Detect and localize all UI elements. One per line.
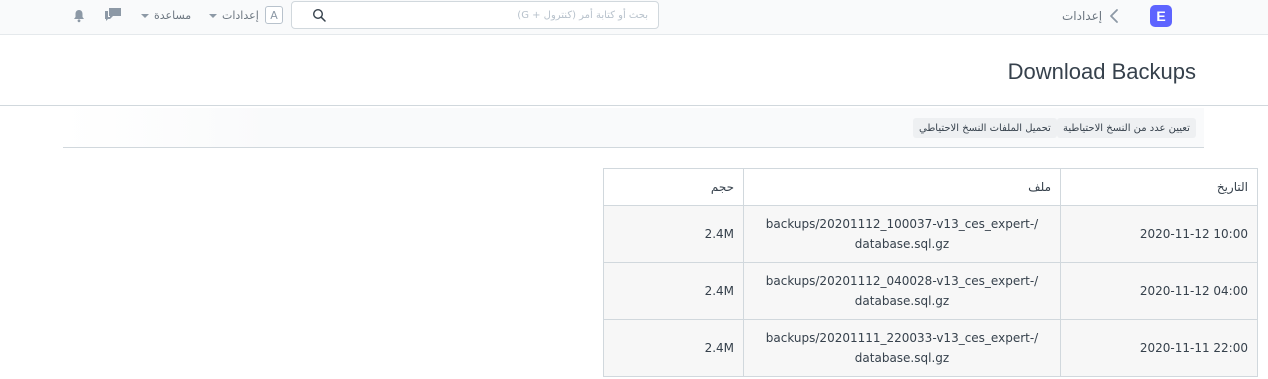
help-label: مساعدة — [154, 9, 192, 22]
settings-dropdown[interactable]: إعدادات — [209, 9, 259, 22]
page-head: Download Backups — [0, 35, 1268, 106]
navbar: مساعدة إعدادات A بحث أو كتابة أمر (كنترو… — [0, 0, 1268, 35]
size-cell: 2.4M — [603, 319, 744, 377]
breadcrumb[interactable]: إعدادات — [1062, 9, 1102, 23]
size-cell: 2.4M — [603, 262, 744, 320]
app-logo[interactable]: E — [1150, 5, 1172, 27]
size-cell: 2.4M — [603, 205, 744, 263]
table-row: 2.4M backups/20201112_040028-v13_ces_exp… — [603, 262, 1258, 320]
caret-down-icon — [141, 13, 149, 18]
table-row: 2.4M backups/20201112_100037-v13_ces_exp… — [603, 205, 1258, 263]
chat-icon[interactable] — [104, 7, 122, 22]
backups-table: حجم ملف التاريخ 2.4M backups/20201112_10… — [603, 168, 1258, 377]
set-backup-count-button[interactable]: تعيين عدد من النسخ الاحتياطية — [1057, 118, 1196, 138]
file-link[interactable]: backups/20201112_040028-v13_ces_expert-/… — [743, 262, 1061, 320]
help-dropdown[interactable]: مساعدة — [141, 9, 191, 22]
header-date: التاريخ — [1060, 168, 1258, 206]
settings-label: إعدادات — [222, 9, 259, 22]
search-icon — [312, 8, 326, 22]
search-input[interactable]: بحث أو كتابة أمر (كنترول + G) — [291, 1, 659, 29]
search-placeholder: بحث أو كتابة أمر (كنترول + G) — [517, 10, 648, 21]
file-link[interactable]: backups/20201111_220033-v13_ces_expert-/… — [743, 319, 1061, 377]
page-title: Download Backups — [1007, 59, 1196, 84]
file-link[interactable]: backups/20201112_100037-v13_ces_expert-/… — [743, 205, 1061, 263]
date-cell: 2020-11-12 10:00 — [1060, 205, 1258, 263]
bell-icon[interactable] — [73, 9, 85, 23]
date-cell: 2020-11-12 04:00 — [1060, 262, 1258, 320]
chevron-left-icon — [1110, 9, 1118, 23]
table-header-row: حجم ملف التاريخ — [603, 168, 1258, 206]
date-cell: 2020-11-11 22:00 — [1060, 319, 1258, 377]
avatar[interactable]: A — [265, 6, 283, 24]
toolbar: تحميل الملفات النسخ الاحتياطي تعيين عدد … — [63, 108, 1204, 148]
table-row: 2.4M backups/20201111_220033-v13_ces_exp… — [603, 319, 1258, 377]
download-files-button[interactable]: تحميل الملفات النسخ الاحتياطي — [913, 118, 1057, 138]
header-size: حجم — [603, 168, 744, 206]
header-file: ملف — [743, 168, 1061, 206]
caret-down-icon — [209, 13, 217, 18]
